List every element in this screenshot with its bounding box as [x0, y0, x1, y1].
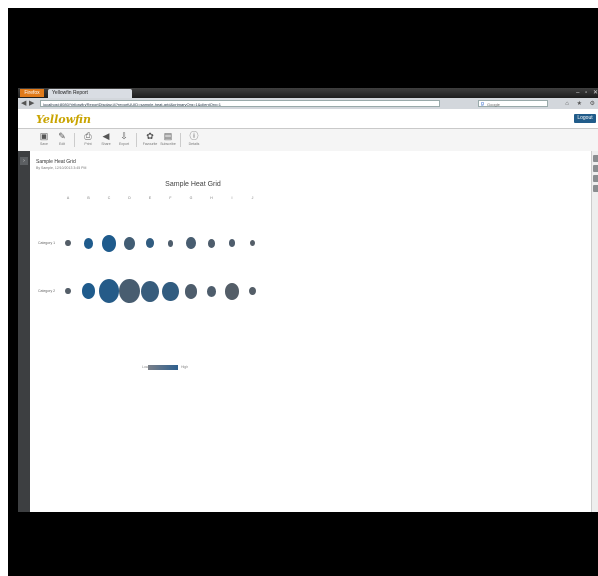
toolbar-label: Details [188, 142, 200, 146]
report-toolbar: ▣ Save ✎ Edit ⎙ Print ◀ Share ⇩ Export ✿… [18, 129, 598, 152]
heat-bubble[interactable] [167, 239, 174, 247]
panel-icon[interactable] [593, 185, 598, 192]
toolbar-label: Edit [58, 142, 66, 146]
column-label: B [87, 196, 90, 200]
search-placeholder: Google [487, 102, 500, 107]
heat-bubble[interactable] [123, 236, 136, 250]
logout-button[interactable]: Logout [574, 114, 596, 123]
heat-bubble[interactable] [98, 279, 120, 303]
heat-bubble[interactable] [101, 234, 117, 252]
heat-bubble[interactable] [162, 281, 179, 301]
browser-tool-icons[interactable]: ⌂ ★ ⚙ [565, 100, 598, 107]
toolbar-details[interactable]: ⓘ Details [186, 131, 202, 147]
column-label: H [210, 196, 213, 200]
column-label: G [189, 196, 193, 200]
google-icon: g [481, 101, 484, 107]
title-bar: Firefox Yellowfin Report – ▫ ✕ [18, 88, 598, 98]
share-icon: ◀ [102, 131, 110, 141]
add-favourite-icon: ✿ [146, 131, 154, 141]
subscribe-icon: ▤ [163, 131, 173, 141]
export-icon: ⇩ [120, 131, 128, 141]
right-panel-rail [591, 151, 598, 512]
toolbar-print[interactable]: ⎙ Print [80, 131, 96, 147]
heat-bubble[interactable] [206, 285, 217, 297]
firefox-menu-button[interactable]: Firefox [20, 89, 44, 97]
column-label: C [107, 196, 111, 200]
heat-bubble[interactable] [249, 240, 256, 246]
heat-bubble[interactable] [207, 238, 216, 248]
toolbar-separator [74, 133, 75, 147]
expand-panel-icon[interactable]: › [20, 157, 28, 165]
toolbar-export[interactable]: ⇩ Export [116, 131, 132, 147]
print-icon: ⎙ [84, 131, 92, 141]
heat-bubble[interactable] [65, 288, 71, 294]
search-box[interactable]: g Google [478, 100, 548, 107]
toolbar-share[interactable]: ◀ Share [98, 131, 114, 147]
column-label: A [66, 196, 70, 200]
legend-high-label: High [181, 365, 189, 369]
toolbar-favourite[interactable]: ✿ Favourite [142, 131, 158, 147]
row-label: Category 1 [38, 241, 56, 245]
video-frame: Firefox Yellowfin Report – ▫ ✕ ◀ ▶ local… [8, 8, 598, 576]
save-icon: ▣ [39, 131, 49, 141]
column-label: E [148, 196, 152, 200]
app-header: Yellowfin Logout [18, 109, 598, 129]
heat-bubble[interactable] [184, 283, 198, 299]
report-canvas: Sample Heat Grid By Sample, 12/10/2013 3… [30, 151, 592, 512]
report-meta: By Sample, 12/10/2013 3:45 PM [36, 166, 87, 170]
column-label: F [169, 196, 172, 200]
edit-icon: ✎ [58, 131, 66, 141]
toolbar-label: Export [118, 142, 130, 146]
heat-bubble[interactable] [224, 282, 240, 300]
window-controls[interactable]: – ▫ ✕ [576, 89, 598, 96]
info-icon: ⓘ [189, 131, 199, 141]
heat-bubble[interactable] [185, 236, 197, 250]
chart-title: Sample Heat Grid [165, 181, 221, 188]
back-icon[interactable]: ◀ [21, 99, 26, 107]
yellowfin-logo: Yellowfin [36, 113, 92, 126]
toolbar-separator [180, 133, 181, 147]
heat-bubble[interactable] [81, 282, 96, 300]
color-legend [148, 365, 178, 370]
toolbar-label: Print [84, 142, 92, 146]
url-bar[interactable]: localhost:8080/Yellowfin/ReportDisplay.i… [40, 100, 440, 107]
heat-bubble[interactable] [249, 287, 256, 295]
column-label: I [231, 196, 233, 200]
report-title: Sample Heat Grid [36, 159, 76, 165]
left-panel-rail: › [18, 151, 30, 512]
heat-bubble[interactable] [65, 240, 71, 246]
forward-icon[interactable]: ▶ [29, 99, 34, 107]
panel-icon[interactable] [593, 175, 598, 182]
toolbar-label: Subscribe [160, 142, 176, 146]
heat-bubble[interactable] [145, 238, 155, 248]
toolbar-label: Save [40, 142, 48, 146]
column-label: J [251, 196, 254, 200]
heat-bubble[interactable] [83, 237, 94, 249]
column-label: D [128, 196, 131, 200]
browser-window: Firefox Yellowfin Report – ▫ ✕ ◀ ▶ local… [18, 88, 598, 512]
toolbar-label: Share [101, 142, 111, 146]
panel-icon[interactable] [593, 155, 598, 162]
heat-bubble[interactable] [141, 280, 159, 302]
toolbar-subscribe[interactable]: ▤ Subscribe [160, 131, 176, 147]
toolbar-label: Favourite [142, 142, 158, 146]
toolbar-separator [136, 133, 137, 147]
browser-tab[interactable]: Yellowfin Report [48, 89, 132, 98]
toolbar-edit[interactable]: ✎ Edit [54, 131, 70, 147]
row-label: Category 2 [38, 289, 56, 293]
heat-bubble[interactable] [119, 279, 140, 303]
heat-bubble[interactable] [228, 239, 236, 247]
toolbar-save[interactable]: ▣ Save [36, 131, 52, 147]
panel-icon[interactable] [593, 165, 598, 172]
